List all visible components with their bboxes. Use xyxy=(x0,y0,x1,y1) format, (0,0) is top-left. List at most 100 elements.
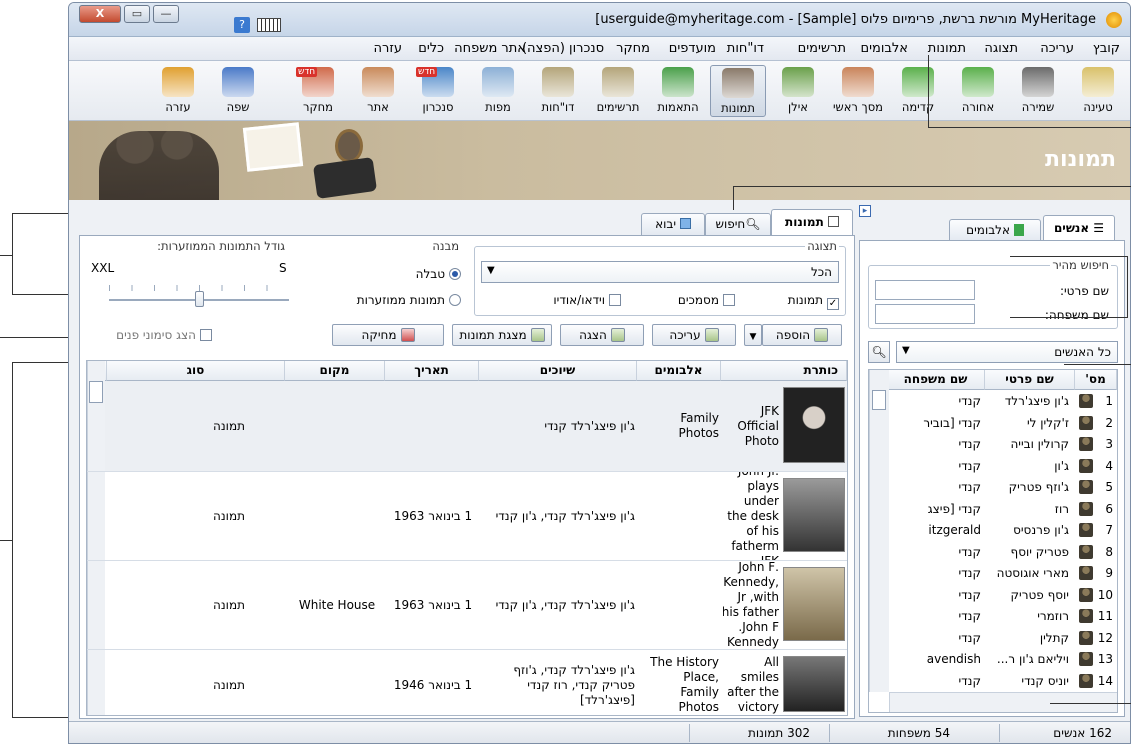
tab-albums[interactable]: אלבומים xyxy=(949,219,1041,241)
radio-dot xyxy=(449,268,461,280)
person-first-name: קתלין xyxy=(1039,630,1069,645)
col-place[interactable]: מקום xyxy=(285,361,385,381)
toolbar-charts-button[interactable]: תרשימים xyxy=(590,65,646,117)
menu-item-7[interactable]: מועדפים xyxy=(669,41,716,56)
menu-item-12[interactable]: עזרה xyxy=(374,41,402,56)
people-row[interactable]: 1 ג'ון פיצג'רלד קנדי xyxy=(869,391,1117,411)
toolbar-forward-arrow-button[interactable]: קדימה xyxy=(890,65,946,117)
show-button[interactable]: הצגה xyxy=(560,324,644,346)
callout-line-left-3 xyxy=(0,540,12,541)
thumb-size-slider[interactable] xyxy=(195,291,204,307)
people-row[interactable]: 12 קתלין קנדי xyxy=(869,628,1117,648)
last-name-input[interactable] xyxy=(875,304,975,324)
add-button[interactable]: הוספה xyxy=(762,324,842,346)
menu-item-10[interactable]: אתר משפחה xyxy=(454,41,526,56)
toolbar-home-button[interactable]: מסך ראשי xyxy=(830,65,886,117)
people-row[interactable]: 5 ג'וזף פטריק קנדי xyxy=(869,477,1117,497)
toolbar-maps-button[interactable]: מפות xyxy=(470,65,526,117)
col-albums[interactable]: אלבומים xyxy=(637,361,721,381)
toolbar-help-button[interactable]: עזרה xyxy=(150,65,206,117)
photo-thumbnail[interactable] xyxy=(783,478,845,552)
reports-icon xyxy=(542,67,574,97)
photo-row[interactable]: .John F .Kennedy, Jr ,with his father .J… xyxy=(105,561,847,649)
toolbar-back-arrow-button[interactable]: אחורה xyxy=(950,65,1006,117)
menu-item-4[interactable]: אלבומים xyxy=(861,41,909,56)
help-icon[interactable]: ? xyxy=(234,17,250,33)
people-row[interactable]: 8 פטריק יוסף קנדי xyxy=(869,542,1117,562)
table-radio[interactable]: טבלה xyxy=(416,267,461,281)
collapse-arrow-icon[interactable]: ▸ xyxy=(859,205,871,217)
photo-row[interactable]: JFK Official Photo Family Photos ג'ון פיצג… xyxy=(105,381,847,471)
close-button[interactable]: X xyxy=(79,5,121,23)
people-row[interactable]: 4 ג'ון קנדי xyxy=(869,456,1117,476)
col-title[interactable]: כותרת xyxy=(721,361,847,381)
people-col-first-name[interactable]: שם פרטי xyxy=(985,370,1075,390)
add-dropdown-button[interactable]: ▼ xyxy=(744,324,762,346)
people-col-number[interactable]: מס' xyxy=(1075,370,1117,390)
people-row[interactable]: 11 רוזמרי קנדי xyxy=(869,606,1117,626)
people-row[interactable]: 6 רוז קנדי [פיצג xyxy=(869,499,1117,519)
menu-item-2[interactable]: תצוגה xyxy=(984,41,1018,56)
toolbar-photos-button[interactable]: תמונות xyxy=(710,65,766,117)
add-button-label: הוספה xyxy=(775,328,811,342)
person-first-name: רוזמרי xyxy=(1037,609,1069,623)
tab-import[interactable]: יבוא xyxy=(641,213,705,235)
restore-button[interactable]: ▭ xyxy=(124,5,150,23)
video-checkbox[interactable]: וידאו/אודיו xyxy=(553,293,621,307)
edit-button[interactable]: עריכה xyxy=(652,324,736,346)
people-filter-select[interactable]: כל האנשים ▼ xyxy=(896,341,1118,363)
photo-row[interactable]: All smiles after the victory The History … xyxy=(105,650,847,715)
people-row[interactable]: 14 יוניס קנדי קנדי xyxy=(869,671,1117,691)
menu-item-1[interactable]: עריכה xyxy=(1040,41,1074,56)
people-horizontal-scrollbar[interactable] xyxy=(889,692,1117,712)
documents-checkbox[interactable]: מסמכים xyxy=(678,293,735,307)
people-row[interactable]: 3 קרולין ובייה קנדי xyxy=(869,434,1117,454)
photo-row[interactable]: John Jr. plays under the desk of his fat… xyxy=(105,472,847,560)
toolbar-open-folder-button[interactable]: טעינה xyxy=(1070,65,1126,117)
toolbar-reports-button[interactable]: דו"חות xyxy=(530,65,586,117)
photo-date: 1 בינואר 1963 xyxy=(393,597,473,612)
photo-albums xyxy=(645,561,719,649)
menu-item-8[interactable]: מחקר xyxy=(616,41,650,56)
face-tags-checkbox[interactable]: הצג סימוני פנים xyxy=(116,328,212,342)
tab-photos[interactable]: תמונות xyxy=(771,209,853,235)
photos-scroll-thumb[interactable] xyxy=(89,381,103,403)
delete-button[interactable]: מחיקה xyxy=(332,324,444,346)
people-row[interactable]: 2 ז'קלין לי קנדי [בוביר xyxy=(869,413,1117,433)
tab-search[interactable]: 🔍︎חיפוש xyxy=(705,213,771,235)
people-row[interactable]: 10 יוסף פטריק קנדי xyxy=(869,585,1117,605)
col-type[interactable]: סוג xyxy=(107,361,285,381)
toolbar-language-flag-button[interactable]: שפה xyxy=(210,65,266,117)
col-date[interactable]: תאריך xyxy=(385,361,479,381)
menu-item-9[interactable]: סנכרון (הפצה) xyxy=(522,41,604,56)
first-name-input[interactable] xyxy=(875,280,975,300)
slideshow-button[interactable]: מצגת תמונות xyxy=(452,324,552,346)
toolbar-save-button[interactable]: שמירה xyxy=(1010,65,1066,117)
col-tags[interactable]: שיוכים xyxy=(479,361,637,381)
menu-item-11[interactable]: כלים xyxy=(418,41,444,56)
tab-people[interactable]: ☰ אנשים xyxy=(1043,215,1115,241)
people-row[interactable]: 7 ג'ון פרנסיס itzgerald xyxy=(869,520,1117,540)
people-row[interactable]: 13 ויליאם ג'ון ר... avendish xyxy=(869,649,1117,669)
photo-thumbnail[interactable] xyxy=(783,387,845,463)
photo-thumbnail[interactable] xyxy=(783,656,845,712)
photos-vertical-scrollbar[interactable] xyxy=(87,361,105,715)
menu-item-0[interactable]: קובץ xyxy=(1093,41,1120,56)
menu-item-6[interactable]: דו"חות xyxy=(727,41,764,56)
photo-thumbnail[interactable] xyxy=(783,567,845,641)
display-select[interactable]: הכל ▼ xyxy=(481,261,839,283)
toolbar-research-button[interactable]: חדש מחקר xyxy=(290,65,346,117)
menu-item-5[interactable]: תרשימים xyxy=(798,41,846,56)
toolbar-matches-button[interactable]: התאמות xyxy=(650,65,706,117)
people-col-last-name[interactable]: שם משפחה xyxy=(887,370,985,390)
search-button[interactable]: 🔍︎ xyxy=(868,341,890,363)
menu-item-3[interactable]: תמונות xyxy=(928,41,966,56)
keyboard-icon[interactable] xyxy=(257,18,281,32)
people-row[interactable]: 9 מארי אוגוסטה קנדי xyxy=(869,563,1117,583)
minimize-button[interactable]: — xyxy=(153,5,179,23)
toolbar-family-site-button[interactable]: אתר xyxy=(350,65,406,117)
photos-checkbox[interactable]: ✓ תמונות xyxy=(788,293,839,310)
thumbnails-radio[interactable]: תמונות ממוזערות xyxy=(357,293,461,307)
toolbar-tree-button[interactable]: אילן xyxy=(770,65,826,117)
toolbar-sync-button[interactable]: חדש סנכרון xyxy=(410,65,466,117)
